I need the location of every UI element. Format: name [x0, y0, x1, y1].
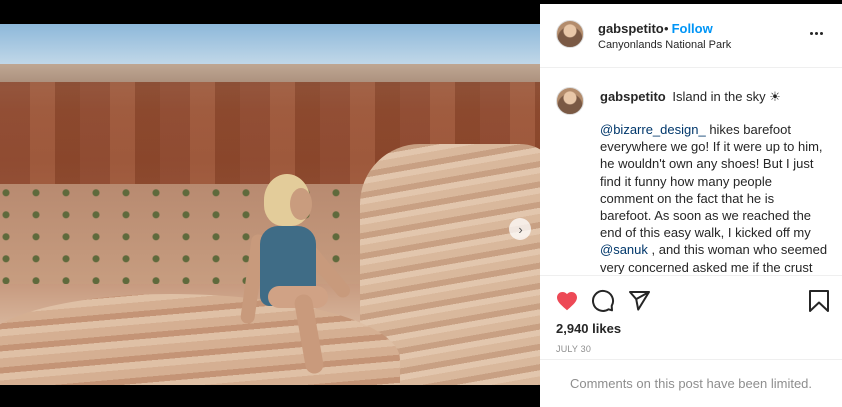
post-header: gabspetito • Follow Canyonlands National … [540, 4, 842, 68]
post-photo[interactable]: › [0, 24, 540, 385]
separator-dot: • [664, 21, 669, 36]
bookmark-icon[interactable] [808, 289, 830, 313]
carousel-next-button[interactable]: › [509, 218, 531, 240]
more-options-icon[interactable] [810, 32, 823, 35]
send-icon[interactable] [627, 289, 651, 313]
caption-area: gabspetito Island in the sky ☀ @bizarre_… [540, 69, 842, 274]
header-username[interactable]: gabspetito [598, 21, 664, 36]
photo-person [238, 174, 358, 375]
comment-icon[interactable] [591, 289, 615, 313]
chevron-right-icon: › [518, 221, 523, 237]
caption-username[interactable]: gabspetito [600, 89, 666, 104]
mention-link[interactable]: @sanuk [600, 242, 648, 257]
location-link[interactable]: Canyonlands National Park [598, 39, 731, 51]
caption-avatar[interactable] [556, 87, 584, 115]
caption-title: Island in the sky ☀ [672, 89, 781, 104]
post-actions: 2,940 likes JULY 30 [540, 275, 842, 365]
heart-filled-icon[interactable] [555, 289, 579, 313]
mention-link[interactable]: @bizarre_design_ [600, 122, 706, 137]
caption-text: @bizarre_design_ hikes barefoot everywhe… [600, 122, 828, 274]
avatar[interactable] [556, 20, 584, 48]
comments-limited-notice: Comments on this post have been limited. [540, 359, 842, 407]
likes-count[interactable]: 2,940 likes [556, 321, 621, 336]
post-date[interactable]: JULY 30 [556, 344, 591, 354]
post-side-panel: gabspetito • Follow Canyonlands National … [540, 0, 842, 407]
follow-button[interactable]: Follow [672, 21, 713, 36]
